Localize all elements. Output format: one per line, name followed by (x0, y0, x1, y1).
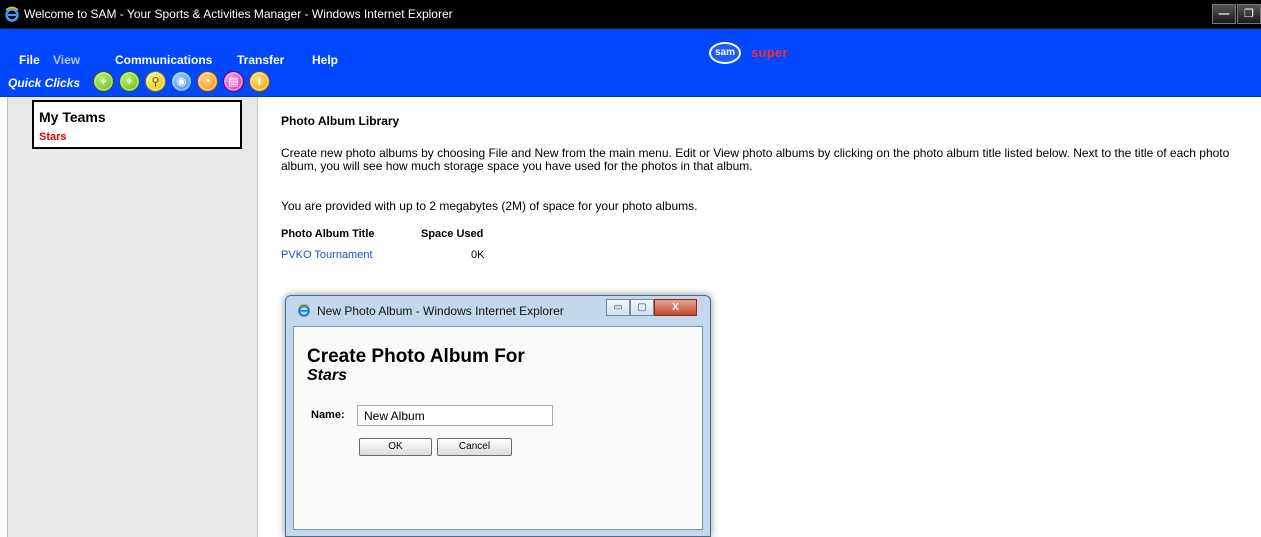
sidebar: My Teams Stars (7, 97, 258, 537)
name-label: Name: (311, 409, 345, 421)
menu-transfer[interactable]: Transfer (237, 53, 284, 67)
document-icon[interactable]: ▤ (223, 71, 244, 92)
intro-text: Create new photo albums by choosing File… (281, 146, 1230, 173)
album-space-used: 0K (471, 249, 485, 261)
menu-view[interactable]: View (53, 53, 80, 67)
restore-button[interactable]: ❐ (1237, 4, 1261, 24)
minimize-button[interactable]: — (1212, 4, 1236, 24)
world-icon[interactable]: ◉ (171, 71, 192, 92)
menu-help[interactable]: Help (312, 53, 338, 67)
dialog-window-controls: ▭ ▢ X (606, 299, 697, 316)
column-header-space: Space Used (421, 228, 484, 240)
menu-communications[interactable]: Communications (115, 53, 212, 67)
team-link-stars[interactable]: Stars (39, 131, 67, 143)
album-name-input[interactable] (357, 405, 553, 426)
current-user: super (751, 45, 788, 60)
ie-logo-icon (5, 6, 19, 22)
ie-logo-icon (298, 303, 310, 317)
dialog-heading: Create Photo Album For (307, 346, 525, 367)
chart-icon[interactable]: ◔ (197, 71, 218, 92)
dialog-team-name: Stars (307, 367, 348, 384)
album-link[interactable]: PVKO Tournament (281, 249, 373, 261)
window-controls: — ❐ (1211, 4, 1261, 26)
dialog-close-button[interactable]: X (654, 299, 697, 316)
quick-clicks-label: Quick Clicks (8, 76, 81, 90)
dialog-body: Create Photo Album For Stars Name: OK Ca… (293, 326, 703, 530)
info-icon[interactable]: i (249, 71, 270, 92)
browser-title-bar: Welcome to SAM - Your Sports & Activitie… (0, 0, 1261, 29)
new-item-icon[interactable]: + (93, 71, 114, 92)
search-icon[interactable]: ⚲ (145, 71, 166, 92)
menu-file[interactable]: File (19, 53, 40, 67)
ok-button[interactable]: OK (359, 438, 432, 456)
new-photo-album-dialog: New Photo Album - Windows Internet Explo… (285, 295, 711, 537)
dialog-maximize-button[interactable]: ▢ (630, 299, 654, 316)
dialog-minimize-button[interactable]: ▭ (606, 299, 630, 316)
storage-note: You are provided with up to 2 megabytes … (281, 199, 698, 213)
column-header-title: Photo Album Title (281, 228, 375, 240)
dialog-title: New Photo Album - Windows Internet Explo… (317, 304, 564, 318)
add-person-icon[interactable]: + (119, 71, 140, 92)
browser-title-text: Welcome to SAM - Your Sports & Activitie… (24, 7, 453, 21)
my-teams-box: My Teams Stars (32, 100, 242, 149)
quick-clicks-bar: Quick Clicks + + ⚲ ◉ ◔ ▤ i (0, 68, 1261, 97)
my-teams-title: My Teams (39, 109, 106, 125)
page-title: Photo Album Library (281, 114, 400, 128)
dialog-title-bar: New Photo Album - Windows Internet Explo… (286, 296, 710, 324)
menu-bar: File View Communications Transfer Help s… (0, 29, 1261, 68)
sam-logo: sam (709, 42, 741, 64)
cancel-button[interactable]: Cancel (437, 438, 512, 456)
